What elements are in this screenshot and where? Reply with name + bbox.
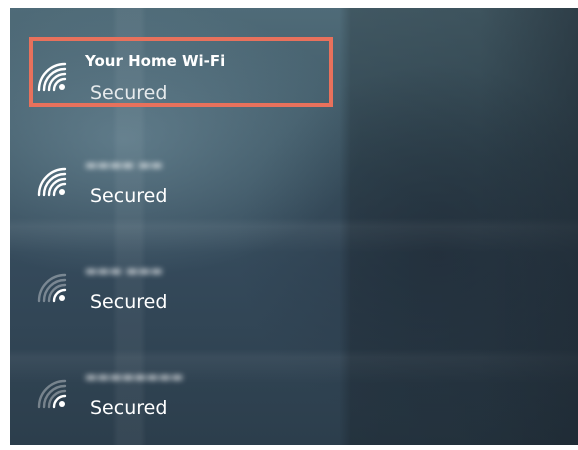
wifi-weak-icon (37, 273, 67, 303)
network-status: Secured (90, 82, 168, 104)
network-status: Secured (90, 185, 168, 207)
wifi-weak-icon (37, 379, 67, 409)
network-name-blurred: ▬▬▬ ▬▬▬ (85, 264, 163, 279)
network-item[interactable]: ▬▬▬▬▬▬▬▬ Secured (10, 347, 578, 445)
network-name: Your Home Wi-Fi (85, 52, 226, 70)
network-item-your-home-wifi[interactable]: Your Home Wi-Fi Secured (10, 30, 578, 130)
network-name-blurred: ▬▬▬▬ ▬▬ (85, 158, 163, 173)
network-item[interactable]: ▬▬▬ ▬▬▬ Secured (10, 241, 578, 341)
wifi-network-list: Your Home Wi-Fi Secured ▬▬▬▬ ▬▬ Secured (10, 8, 578, 445)
network-status: Secured (90, 397, 168, 419)
wifi-icon (37, 167, 67, 197)
network-item[interactable]: ▬▬▬▬ ▬▬ Secured (10, 135, 578, 235)
network-status: Secured (90, 291, 168, 313)
wifi-icon (37, 62, 67, 92)
network-name-blurred: ▬▬▬▬▬▬▬▬ (85, 370, 184, 385)
screenshot-frame: Your Home Wi-Fi Secured ▬▬▬▬ ▬▬ Secured (0, 0, 578, 450)
